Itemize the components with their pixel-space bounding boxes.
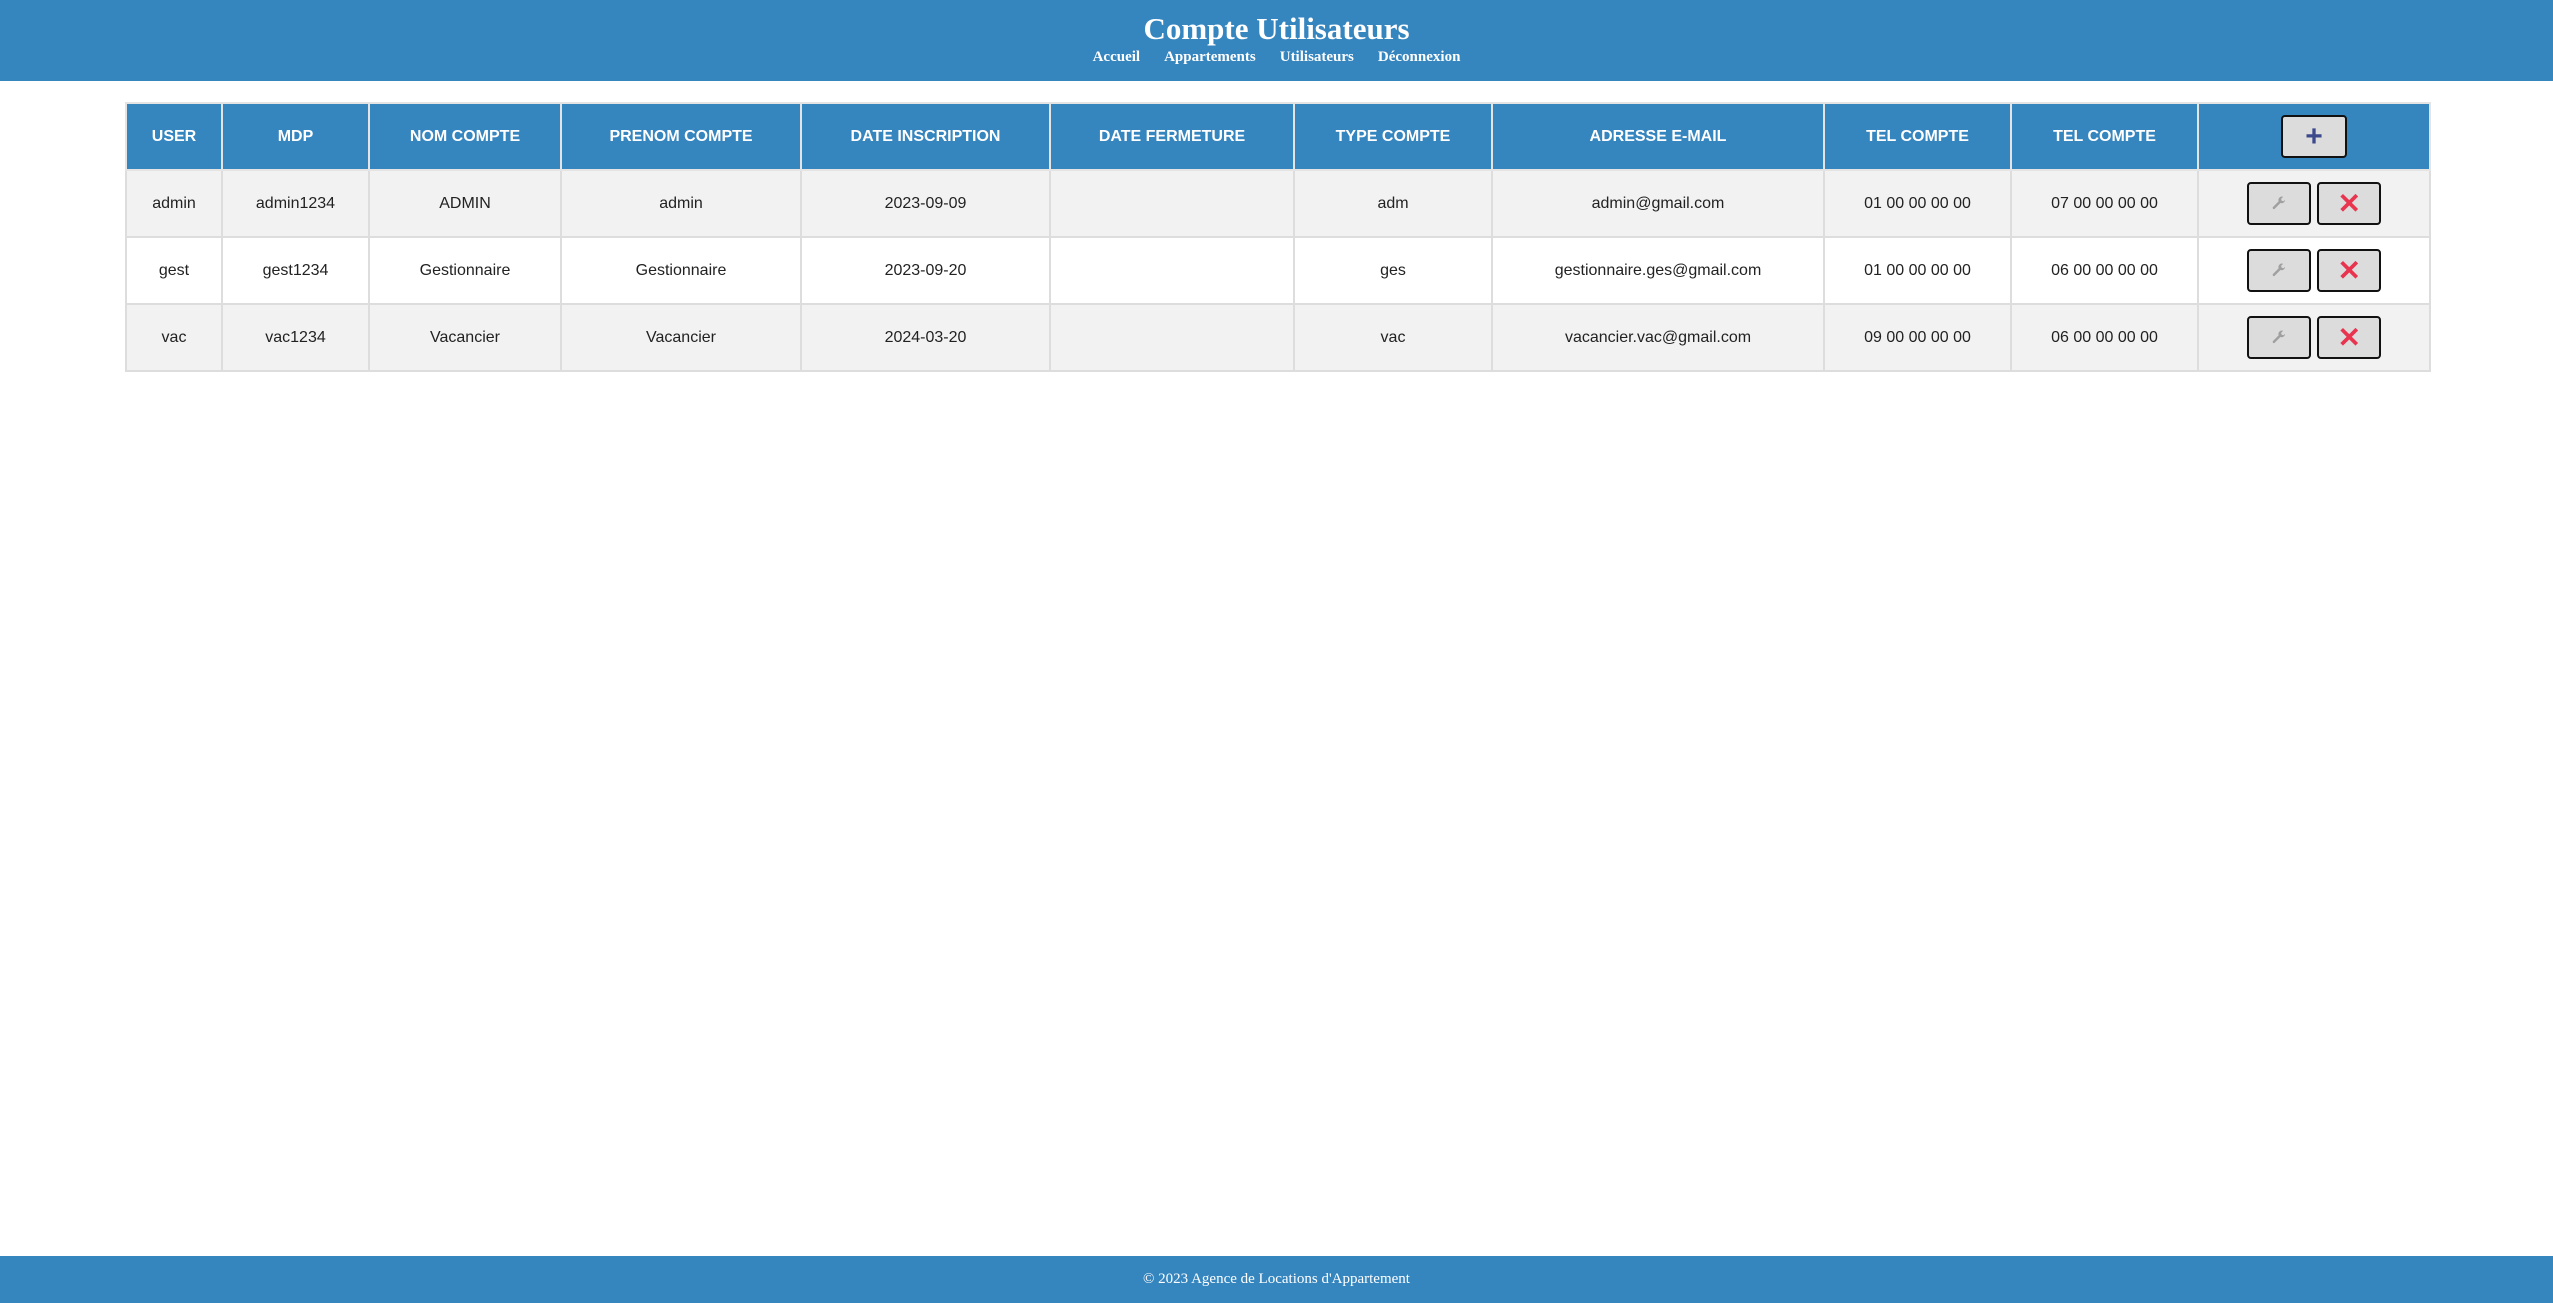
cell-mdp: gest1234 <box>221 236 370 305</box>
add-user-button[interactable]: + <box>2281 115 2347 158</box>
cell-type-compte: ges <box>1293 236 1493 305</box>
col-header-tel-compte-2: TEL COMPTE <box>2010 102 2199 171</box>
close-icon: ✕ <box>2337 255 2361 286</box>
col-header-email: ADRESSE E-MAIL <box>1491 102 1825 171</box>
cell-prenom-compte: admin <box>560 169 802 238</box>
col-header-date-inscription: DATE INSCRIPTION <box>800 102 1051 171</box>
nav-link-deconnexion[interactable]: Déconnexion <box>1378 47 1461 67</box>
cell-actions: ✕ <box>2197 169 2431 238</box>
col-header-user: USER <box>125 102 223 171</box>
table-header-row: USER MDP NOM COMPTE PRENOM COMPTE DATE I… <box>125 102 2431 171</box>
cell-email: gestionnaire.ges@gmail.com <box>1491 236 1825 305</box>
edit-user-button[interactable] <box>2246 182 2311 225</box>
table-row: vac vac1234 Vacancier Vacancier 2024-03-… <box>125 303 2431 372</box>
cell-date-fermeture <box>1049 169 1295 238</box>
cell-mdp: admin1234 <box>221 169 370 238</box>
nav-link-accueil[interactable]: Accueil <box>1093 47 1140 67</box>
col-header-tel-compte: TEL COMPTE <box>1823 102 2012 171</box>
table-row: admin admin1234 ADMIN admin 2023-09-09 a… <box>125 169 2431 238</box>
cell-date-inscription: 2024-03-20 <box>800 303 1051 372</box>
page-header: Compte Utilisateurs Accueil Appartements… <box>0 0 2553 81</box>
cell-nom-compte: ADMIN <box>368 169 562 238</box>
cell-date-inscription: 2023-09-20 <box>800 236 1051 305</box>
delete-user-button[interactable]: ✕ <box>2317 316 2382 359</box>
footer-copyright: © 2023 Agence de Locations d'Appartement <box>1143 1271 1410 1287</box>
close-icon: ✕ <box>2337 188 2361 219</box>
col-header-mdp: MDP <box>221 102 370 171</box>
cell-email: admin@gmail.com <box>1491 169 1825 238</box>
cell-date-inscription: 2023-09-09 <box>800 169 1051 238</box>
cell-tel-compte-2: 06 00 00 00 00 <box>2010 303 2199 372</box>
users-table: USER MDP NOM COMPTE PRENOM COMPTE DATE I… <box>125 102 2431 372</box>
cell-actions: ✕ <box>2197 236 2431 305</box>
plus-icon: + <box>2305 119 2323 153</box>
edit-user-button[interactable] <box>2246 249 2311 292</box>
cell-tel-compte: 01 00 00 00 00 <box>1823 236 2012 305</box>
cell-user: admin <box>125 169 223 238</box>
edit-user-button[interactable] <box>2246 316 2311 359</box>
delete-user-button[interactable]: ✕ <box>2317 249 2382 292</box>
main-nav: Accueil Appartements Utilisateurs Déconn… <box>0 47 2553 67</box>
col-header-type-compte: TYPE COMPTE <box>1293 102 1493 171</box>
table-row: gest gest1234 Gestionnaire Gestionnaire … <box>125 236 2431 305</box>
nav-link-appartements[interactable]: Appartements <box>1164 47 1256 67</box>
col-header-prenom-compte: PRENOM COMPTE <box>560 102 802 171</box>
nav-link-utilisateurs[interactable]: Utilisateurs <box>1280 47 1354 67</box>
cell-user: vac <box>125 303 223 372</box>
cell-type-compte: vac <box>1293 303 1493 372</box>
col-header-nom-compte: NOM COMPTE <box>368 102 562 171</box>
cell-nom-compte: Vacancier <box>368 303 562 372</box>
col-header-actions: + <box>2197 102 2431 171</box>
cell-tel-compte: 09 00 00 00 00 <box>1823 303 2012 372</box>
wrench-icon <box>2272 196 2285 209</box>
cell-date-fermeture <box>1049 236 1295 305</box>
cell-tel-compte-2: 07 00 00 00 00 <box>2010 169 2199 238</box>
cell-mdp: vac1234 <box>221 303 370 372</box>
cell-tel-compte: 01 00 00 00 00 <box>1823 169 2012 238</box>
users-table-container: USER MDP NOM COMPTE PRENOM COMPTE DATE I… <box>125 102 2431 372</box>
cell-actions: ✕ <box>2197 303 2431 372</box>
cell-type-compte: adm <box>1293 169 1493 238</box>
wrench-icon <box>2272 263 2285 276</box>
cell-tel-compte-2: 06 00 00 00 00 <box>2010 236 2199 305</box>
cell-user: gest <box>125 236 223 305</box>
page-title: Compte Utilisateurs <box>1143 11 1410 46</box>
cell-nom-compte: Gestionnaire <box>368 236 562 305</box>
cell-date-fermeture <box>1049 303 1295 372</box>
page-footer: © 2023 Agence de Locations d'Appartement <box>0 1256 2553 1303</box>
close-icon: ✕ <box>2337 322 2361 353</box>
cell-prenom-compte: Gestionnaire <box>560 236 802 305</box>
cell-email: vacancier.vac@gmail.com <box>1491 303 1825 372</box>
col-header-date-fermeture: DATE FERMETURE <box>1049 102 1295 171</box>
delete-user-button[interactable]: ✕ <box>2317 182 2382 225</box>
cell-prenom-compte: Vacancier <box>560 303 802 372</box>
wrench-icon <box>2272 330 2285 343</box>
